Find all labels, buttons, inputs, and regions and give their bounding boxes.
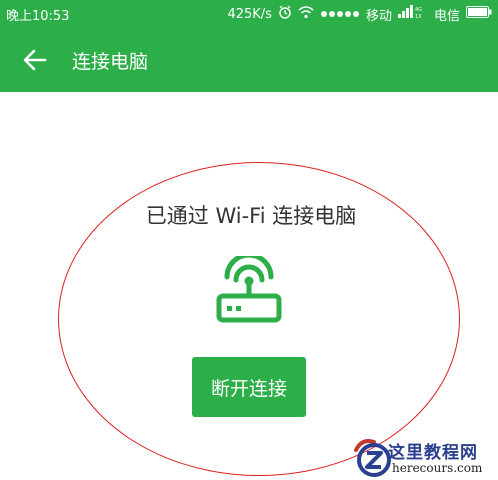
svg-text:1X: 1X — [415, 14, 422, 19]
alarm-icon — [278, 5, 292, 23]
toolbar: 连接电脑 — [0, 28, 498, 92]
signal-4g-icon: 4G 1X — [397, 5, 428, 23]
carrier-2: 电信 — [433, 8, 460, 24]
status-time: 晚上10:53 — [6, 8, 70, 24]
router-wifi-icon — [216, 256, 282, 323]
watermark: 这里教程网 herecours.com — [352, 436, 498, 480]
watermark-logo-icon — [354, 439, 391, 477]
page-title: 连接电脑 — [72, 50, 149, 73]
signal-dots-icon — [320, 7, 360, 22]
watermark-title: 这里教程网 — [388, 443, 478, 463]
svg-text:4G: 4G — [415, 7, 422, 13]
carrier-1: 移动 — [365, 8, 392, 24]
net-speed: 425K/s — [227, 6, 272, 22]
disconnect-button[interactable]: 断开连接 — [192, 357, 306, 417]
arrow-left-icon — [23, 49, 47, 71]
wifi-icon — [298, 5, 314, 23]
status-indicators: 425K/s 移动 4G 1X 电信 — [227, 5, 492, 24]
battery-icon — [466, 6, 492, 22]
status-bar: 晚上10:53 425K/s 移动 4G 1X 电信 — [0, 0, 498, 28]
connection-status-text: 已通过 Wi-Fi 连接电脑 — [145, 204, 357, 228]
back-button[interactable] — [20, 45, 50, 75]
watermark-subtitle: herecours.com — [392, 461, 483, 475]
